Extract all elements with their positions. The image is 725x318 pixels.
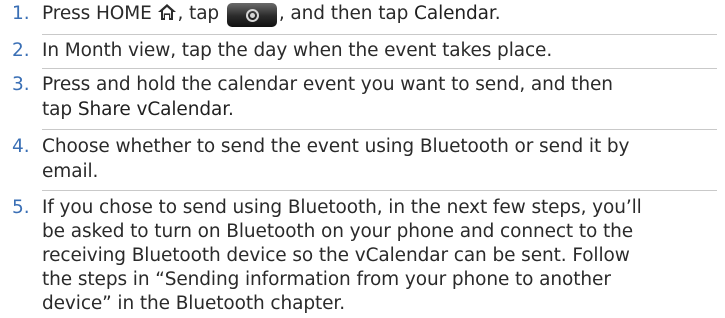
step-text-continued: receiving Bluetooth device so the vCalen… bbox=[42, 245, 630, 266]
step-text: If you chose to send using Bluetooth, in… bbox=[42, 197, 642, 218]
step-text-continued: the steps in “Sending information from y… bbox=[42, 269, 611, 290]
step-number: 5. bbox=[12, 197, 30, 218]
calendar-label: Calendar bbox=[414, 3, 495, 24]
step-text-continued: email. bbox=[42, 161, 99, 182]
divider bbox=[42, 129, 717, 130]
divider bbox=[42, 34, 717, 35]
step-text: Press and hold the calendar event you wa… bbox=[42, 74, 613, 95]
divider bbox=[42, 68, 717, 69]
divider bbox=[42, 190, 717, 191]
launch-button-icon bbox=[226, 3, 277, 27]
step-number: 4. bbox=[12, 136, 30, 157]
step-number: 3. bbox=[12, 74, 30, 95]
step-text: In Month view, tap the day when the even… bbox=[42, 40, 553, 61]
step-text-continued: device” in the Bluetooth chapter. bbox=[42, 293, 346, 314]
share-vcalendar-label: Share vCalendar bbox=[77, 99, 229, 120]
step-text: Choose whether to send the event using B… bbox=[42, 136, 630, 157]
step-number: 1. bbox=[12, 3, 30, 24]
step-text: Press HOME , tap , and then tap Calendar… bbox=[42, 2, 501, 27]
home-icon bbox=[157, 2, 177, 22]
step-text-continued: tap Share vCalendar. bbox=[42, 99, 234, 120]
step-text-continued: be asked to turn on Bluetooth on your ph… bbox=[42, 221, 634, 242]
step-number: 2. bbox=[12, 40, 30, 61]
